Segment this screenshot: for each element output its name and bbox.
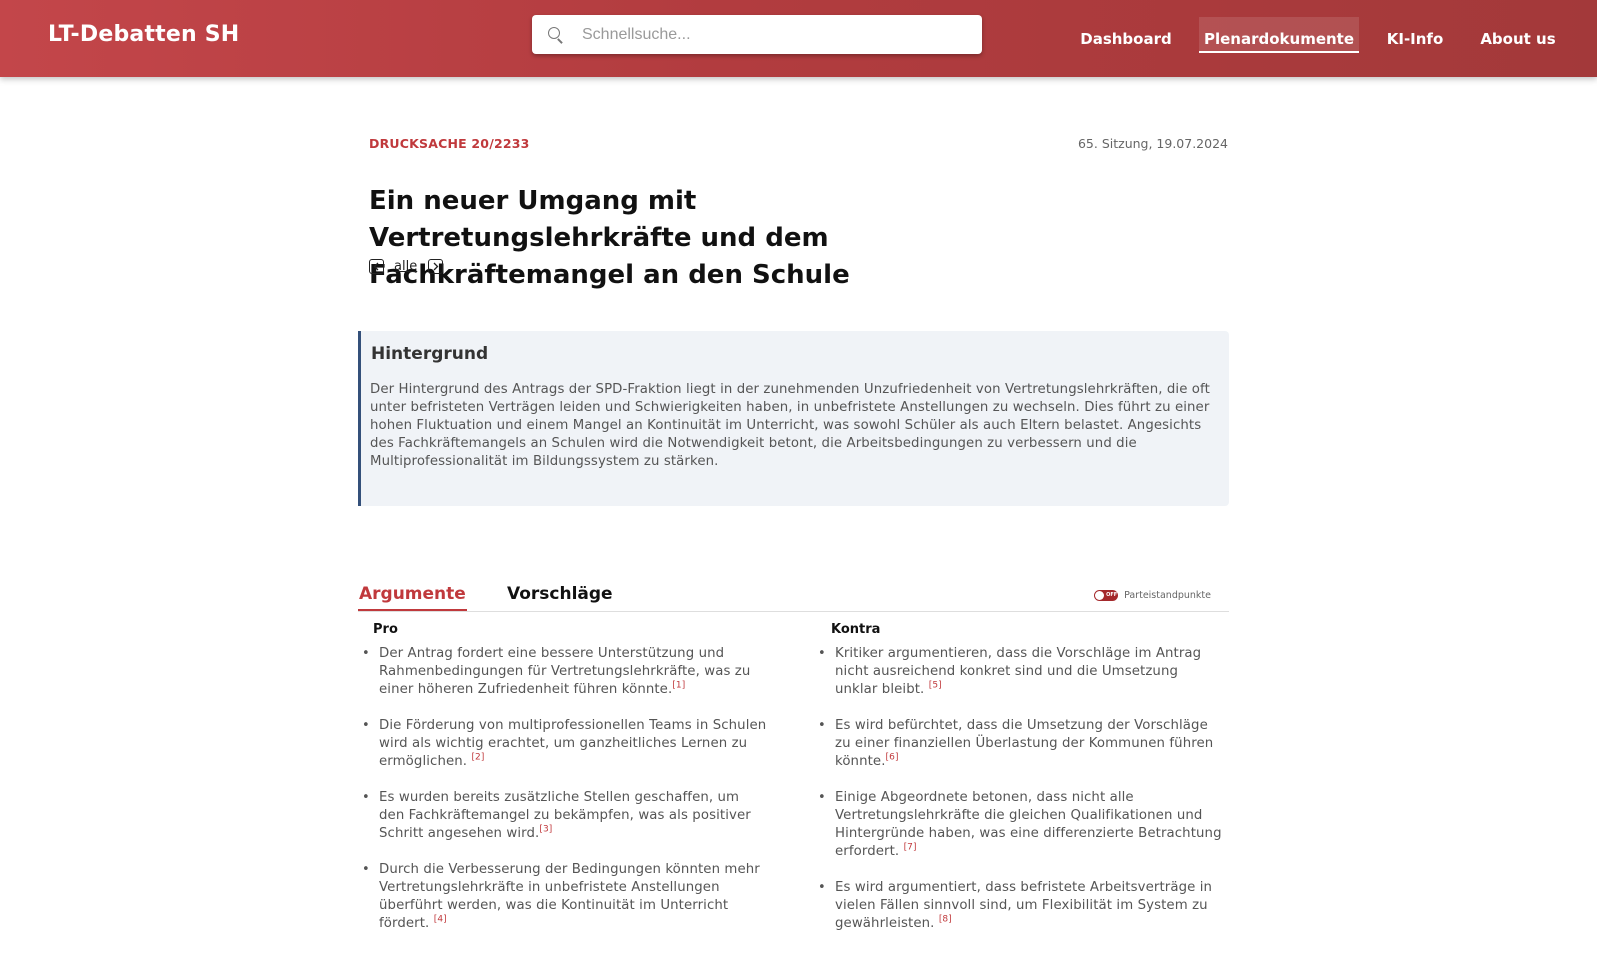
contra-list: Kritiker argumentieren, dass die Vorschl… xyxy=(818,645,1224,951)
party-positions-toggle-group: OFF Parteistandpunkte xyxy=(1094,590,1211,601)
list-item: Es wurden bereits zusätzliche Stellen ge… xyxy=(362,789,768,843)
session-date: 65. Sitzung, 19.07.2024 xyxy=(1077,136,1228,151)
chevron-left-icon xyxy=(373,262,379,271)
background-text: Der Hintergrund des Antrags der SPD-Frak… xyxy=(370,382,1210,469)
argument-text: Es wurden bereits zusätzliche Stellen ge… xyxy=(379,790,751,841)
citation-link[interactable]: [1] xyxy=(672,681,685,691)
toggle-state: OFF xyxy=(1106,592,1118,598)
all-documents-link[interactable]: alle xyxy=(394,259,417,274)
tab-argumente-label: Argumente xyxy=(359,584,466,604)
argument-text: Kritiker argumentieren, dass die Vorschl… xyxy=(835,646,1202,697)
tab-active-indicator xyxy=(358,609,467,611)
chevron-right-icon xyxy=(433,262,439,271)
list-item: Der Antrag fordert eine bessere Unterstü… xyxy=(362,645,768,699)
citation-link[interactable]: [6] xyxy=(886,753,899,763)
next-document-button[interactable] xyxy=(428,259,444,274)
argument-text: Der Antrag fordert eine bessere Unterstü… xyxy=(379,646,751,697)
toggle-knob xyxy=(1095,591,1105,600)
page-title: Ein neuer Umgang mit Vertretungslehrkräf… xyxy=(369,186,850,290)
tab-vorschlaege[interactable]: Vorschläge xyxy=(506,584,614,604)
document-number: DRUCKSACHE 20/2233 xyxy=(369,136,530,151)
toggle-label: Parteistandpunkte xyxy=(1124,590,1211,601)
pro-heading: Pro xyxy=(373,622,398,637)
list-item: Kritiker argumentieren, dass die Vorschl… xyxy=(818,645,1224,699)
top-navbar: LT-Debatten SH Dashboard Plenardokumente… xyxy=(0,0,1597,77)
background-title: Hintergrund xyxy=(371,344,489,364)
document-pager: alle xyxy=(369,259,444,274)
citation-link[interactable]: [3] xyxy=(539,825,552,835)
citation-link[interactable]: [2] xyxy=(471,753,484,763)
nav-ki-info-label: KI-Info xyxy=(1386,29,1444,48)
citation-link[interactable]: [7] xyxy=(904,843,917,853)
search-icon xyxy=(548,26,564,44)
tab-bar: Argumente Vorschläge OFF Parteistandpunk… xyxy=(358,584,1229,612)
party-positions-toggle[interactable]: OFF xyxy=(1094,590,1119,601)
citation-link[interactable]: [5] xyxy=(929,681,942,691)
prev-document-button[interactable] xyxy=(369,259,384,274)
nav-ki-info[interactable]: KI-Info xyxy=(1383,0,1447,77)
search-input[interactable] xyxy=(582,25,962,44)
citation-link[interactable]: [8] xyxy=(939,915,952,925)
nav-plenardokumente-label: Plenardokumente xyxy=(1203,29,1355,48)
list-item: Die Förderung von multiprofessionellen T… xyxy=(362,717,768,771)
nav-dashboard[interactable]: Dashboard xyxy=(1073,0,1179,77)
pro-list: Der Antrag fordert eine bessere Unterstü… xyxy=(362,645,768,951)
background-panel: Hintergrund Der Hintergrund des Antrags … xyxy=(358,331,1229,506)
tab-vorschlaege-label: Vorschläge xyxy=(507,584,613,604)
argument-text: Es wird argumentiert, dass befristete Ar… xyxy=(835,880,1213,931)
search-box[interactable] xyxy=(532,15,982,54)
nav-dashboard-label: Dashboard xyxy=(1080,29,1172,48)
nav-plenardokumente[interactable]: Plenardokumente xyxy=(1199,0,1359,77)
argument-text: Einige Abgeordnete betonen, dass nicht a… xyxy=(835,790,1222,859)
nav-active-underline xyxy=(1199,51,1359,53)
brand-logo[interactable]: LT-Debatten SH xyxy=(48,22,239,47)
list-item: Es wird befürchtet, dass die Umsetzung d… xyxy=(818,717,1224,771)
argument-text: Die Förderung von multiprofessionellen T… xyxy=(379,718,767,769)
nav-about-us-label: About us xyxy=(1480,29,1556,48)
contra-heading: Kontra xyxy=(831,622,881,637)
nav-about-us[interactable]: About us xyxy=(1477,0,1559,77)
list-item: Es wird argumentiert, dass befristete Ar… xyxy=(818,879,1224,933)
list-item: Einige Abgeordnete betonen, dass nicht a… xyxy=(818,789,1224,861)
tab-argumente[interactable]: Argumente xyxy=(358,584,467,611)
citation-link[interactable]: [4] xyxy=(434,915,447,925)
list-item: Durch die Verbesserung der Bedingungen k… xyxy=(362,861,768,933)
